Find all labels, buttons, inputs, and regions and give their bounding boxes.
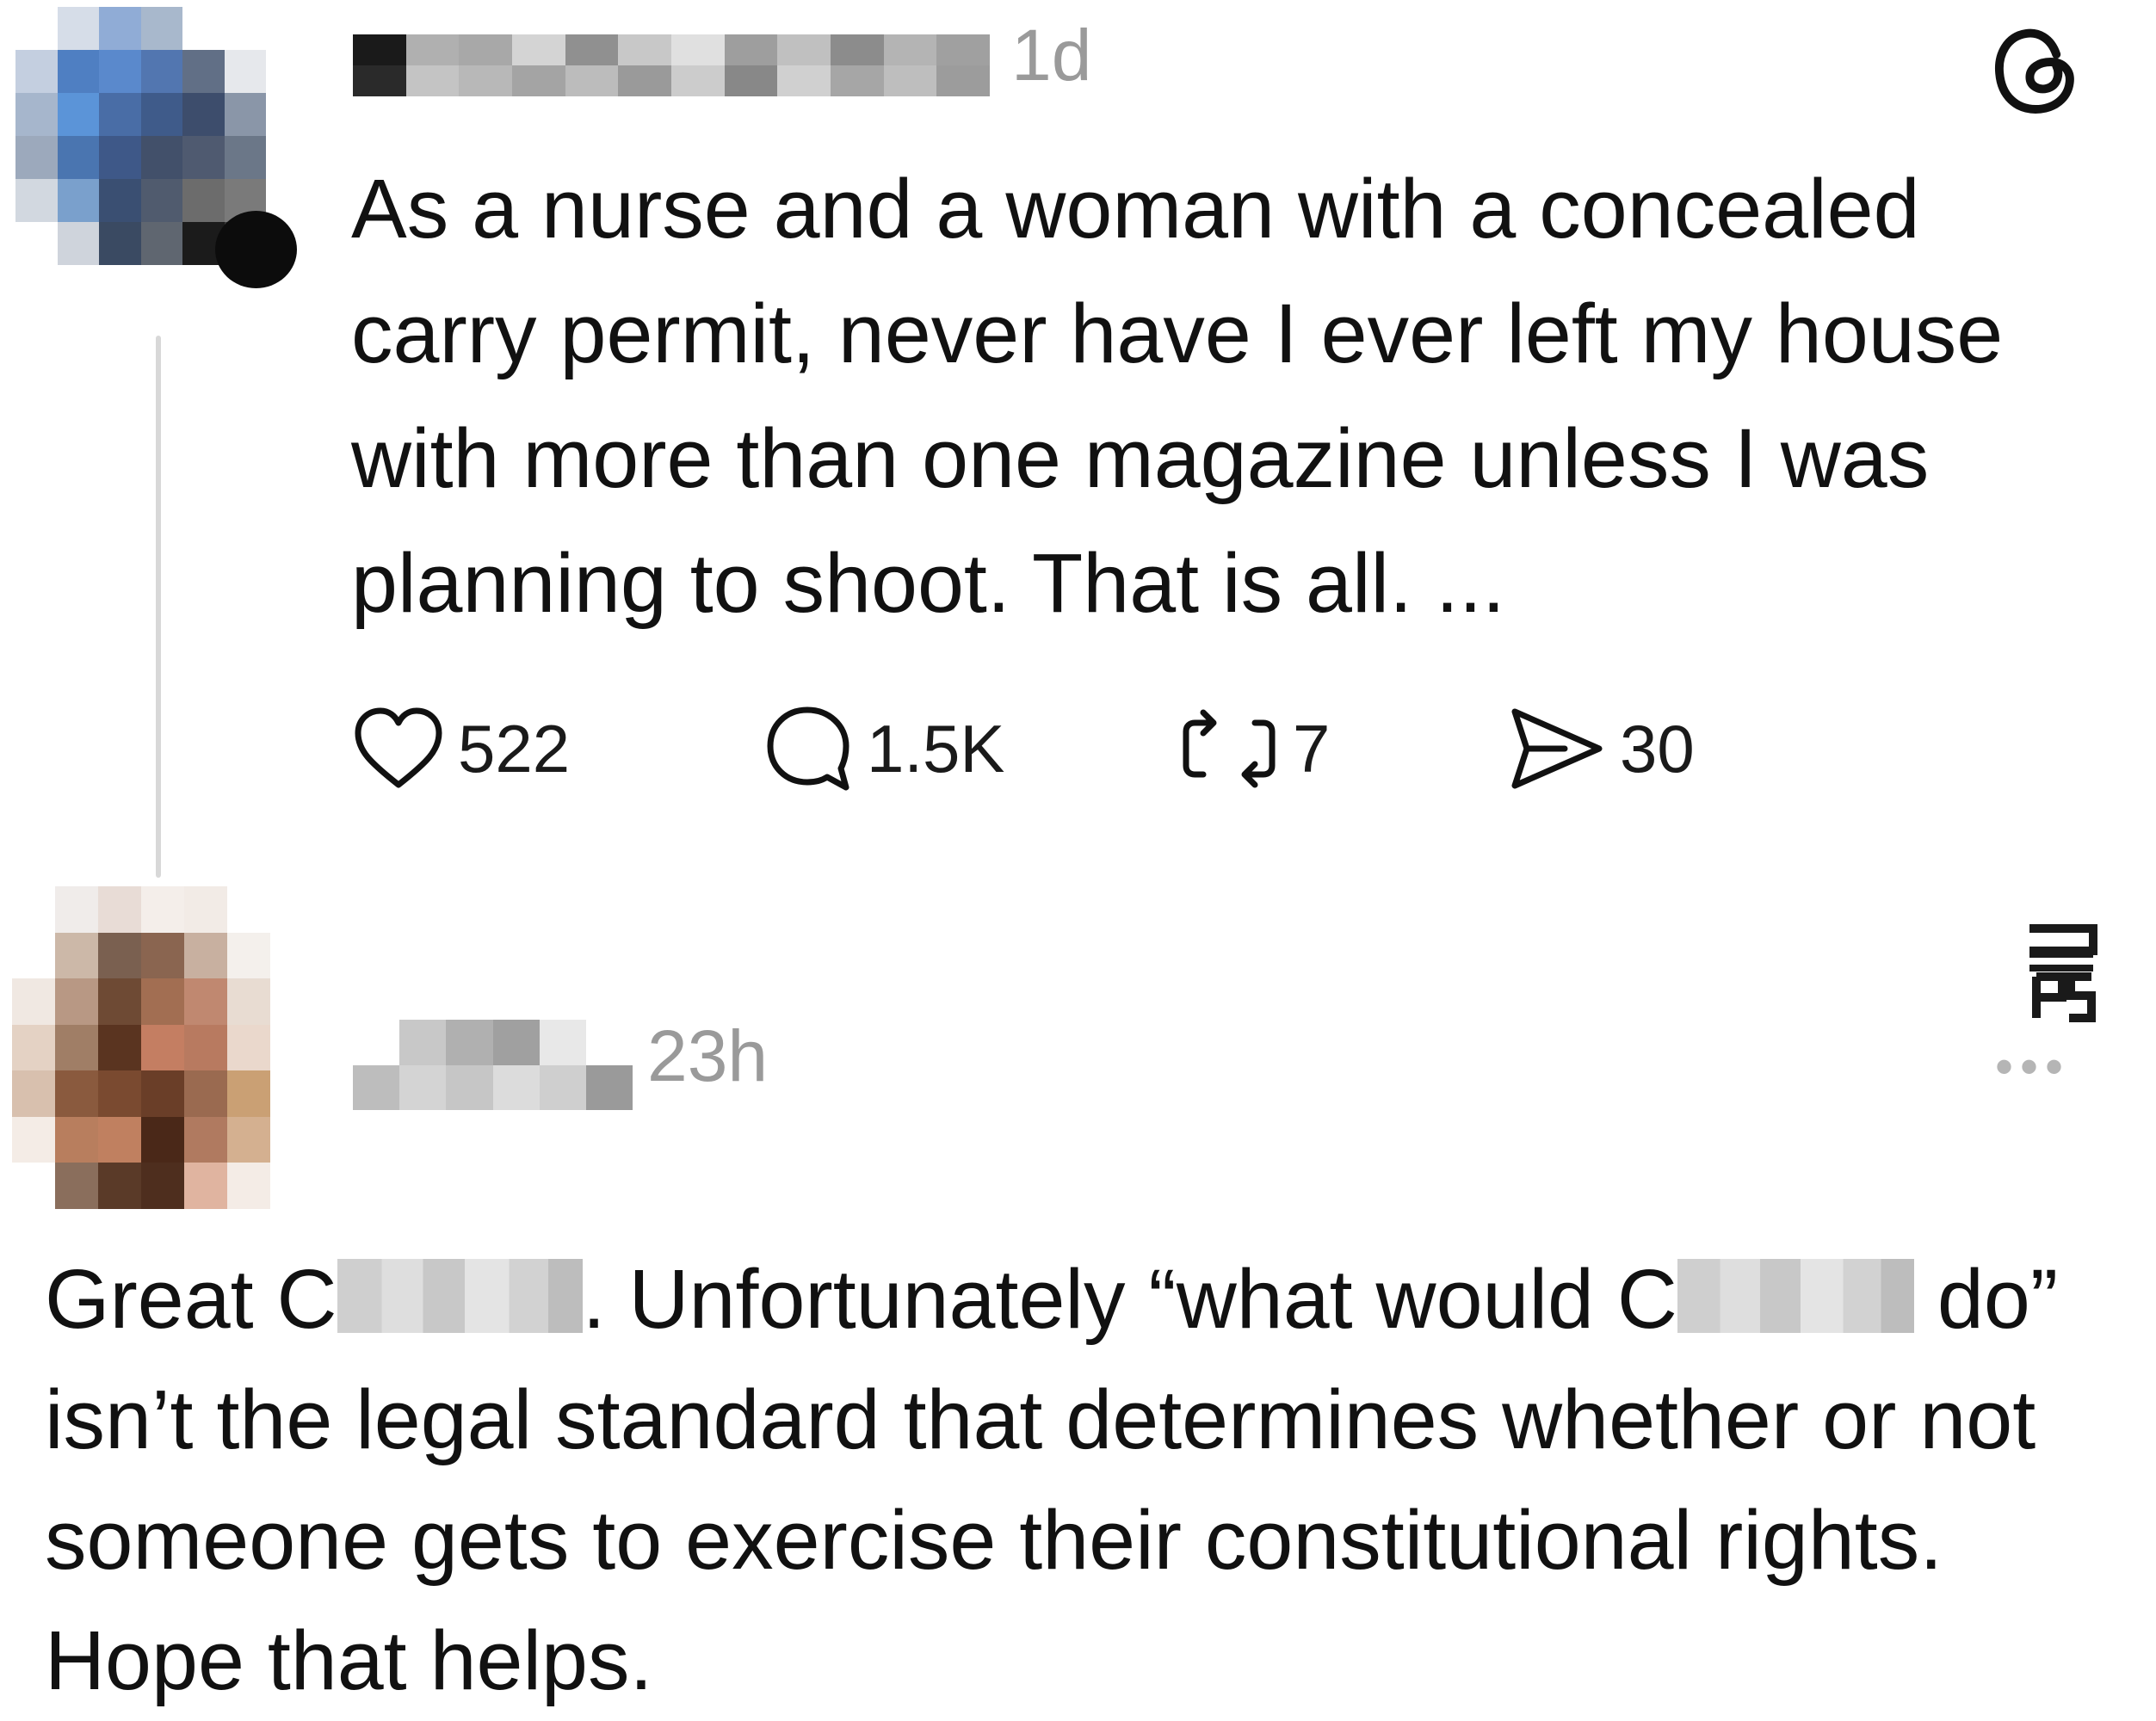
send-icon	[1511, 708, 1603, 789]
username-replier-redacted[interactable]	[353, 1020, 633, 1110]
reply-timestamp: 23h	[647, 1015, 769, 1096]
redacted-name	[337, 1259, 583, 1333]
redacted-name	[1677, 1259, 1914, 1333]
threads-icon[interactable]	[1988, 24, 2083, 119]
post-timestamp: 1d	[1011, 15, 1092, 96]
share-count: 30	[1620, 711, 1695, 786]
post-body-text: As a nurse and a woman with a concealed …	[351, 162, 2004, 630]
repost-button[interactable]: 7	[1177, 697, 1330, 800]
speech-bubble-icon	[767, 706, 849, 791]
share-button[interactable]: 30	[1504, 697, 1695, 800]
reply-text-part2: . Unfortunately “what would C	[582, 1252, 1677, 1346]
like-button[interactable]: 522	[351, 697, 570, 800]
repost-count: 7	[1293, 711, 1331, 786]
repost-icon	[1183, 709, 1276, 788]
like-count: 522	[458, 711, 571, 786]
watermark-logo-icon	[2021, 922, 2102, 1023]
more-options-button[interactable]: •••	[1995, 1041, 2070, 1093]
reply-count: 1.5K	[867, 711, 1005, 786]
username-original-poster-redacted[interactable]	[353, 34, 990, 96]
avatar-replier[interactable]	[12, 886, 313, 1209]
thread-connector-line	[156, 336, 161, 878]
reply-button[interactable]: 1.5K	[760, 697, 1004, 800]
heart-icon	[355, 707, 442, 788]
avatar-badge	[215, 211, 297, 288]
reply-text-part1: Great C	[45, 1252, 337, 1346]
reply-body-text: Great C. Unfortunately “what would C do”…	[45, 1239, 2119, 1721]
